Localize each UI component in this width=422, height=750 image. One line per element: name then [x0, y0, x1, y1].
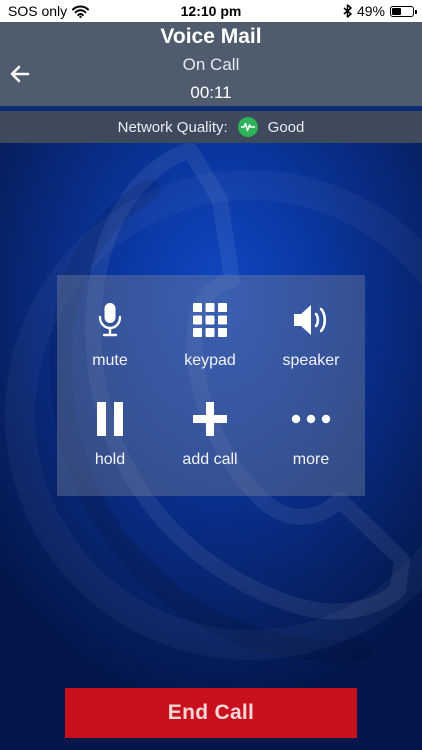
battery-icon	[390, 5, 417, 17]
status-right: 49%	[343, 3, 417, 19]
plus-icon	[193, 402, 227, 436]
network-quality-label: Network Quality:	[117, 118, 228, 136]
network-signal-icon	[237, 117, 258, 137]
keypad-button[interactable]: keypad	[160, 300, 260, 370]
end-call-label: End Call	[167, 701, 255, 724]
call-status: On Call	[182, 55, 240, 74]
pause-icon	[97, 402, 123, 436]
add-call-button[interactable]: add call	[160, 399, 260, 469]
keypad-icon	[193, 303, 227, 337]
keypad-label: keypad	[184, 352, 236, 369]
hold-label: hold	[94, 451, 126, 468]
more-button[interactable]: more	[261, 399, 361, 469]
status-bar: SOS only 12:10 pm 49%	[0, 0, 422, 22]
more-label: more	[292, 451, 330, 468]
more-dots-icon	[291, 414, 331, 424]
speaker-label: speaker	[282, 352, 340, 369]
microphone-icon	[98, 303, 122, 337]
call-timer: 00:11	[190, 83, 232, 102]
bluetooth-icon	[343, 4, 352, 18]
call-title: Voice Mail	[160, 25, 262, 48]
speaker-icon	[294, 305, 327, 335]
hold-button[interactable]: hold	[60, 399, 160, 469]
call-header: Voice Mail On Call 00:11	[0, 22, 422, 106]
battery-percent: 49%	[356, 3, 385, 19]
battery-fill	[392, 7, 402, 15]
mute-label: mute	[92, 352, 128, 369]
end-call-button[interactable]: End Call	[65, 688, 357, 738]
mute-button[interactable]: mute	[60, 300, 160, 370]
network-quality-bar: Network Quality: Good	[0, 111, 422, 143]
call-controls-panel: mute keypad speaker hold add call more	[57, 275, 365, 496]
speaker-button[interactable]: speaker	[261, 300, 361, 370]
network-quality-value: Good	[267, 118, 305, 136]
add-call-label: add call	[182, 451, 238, 468]
